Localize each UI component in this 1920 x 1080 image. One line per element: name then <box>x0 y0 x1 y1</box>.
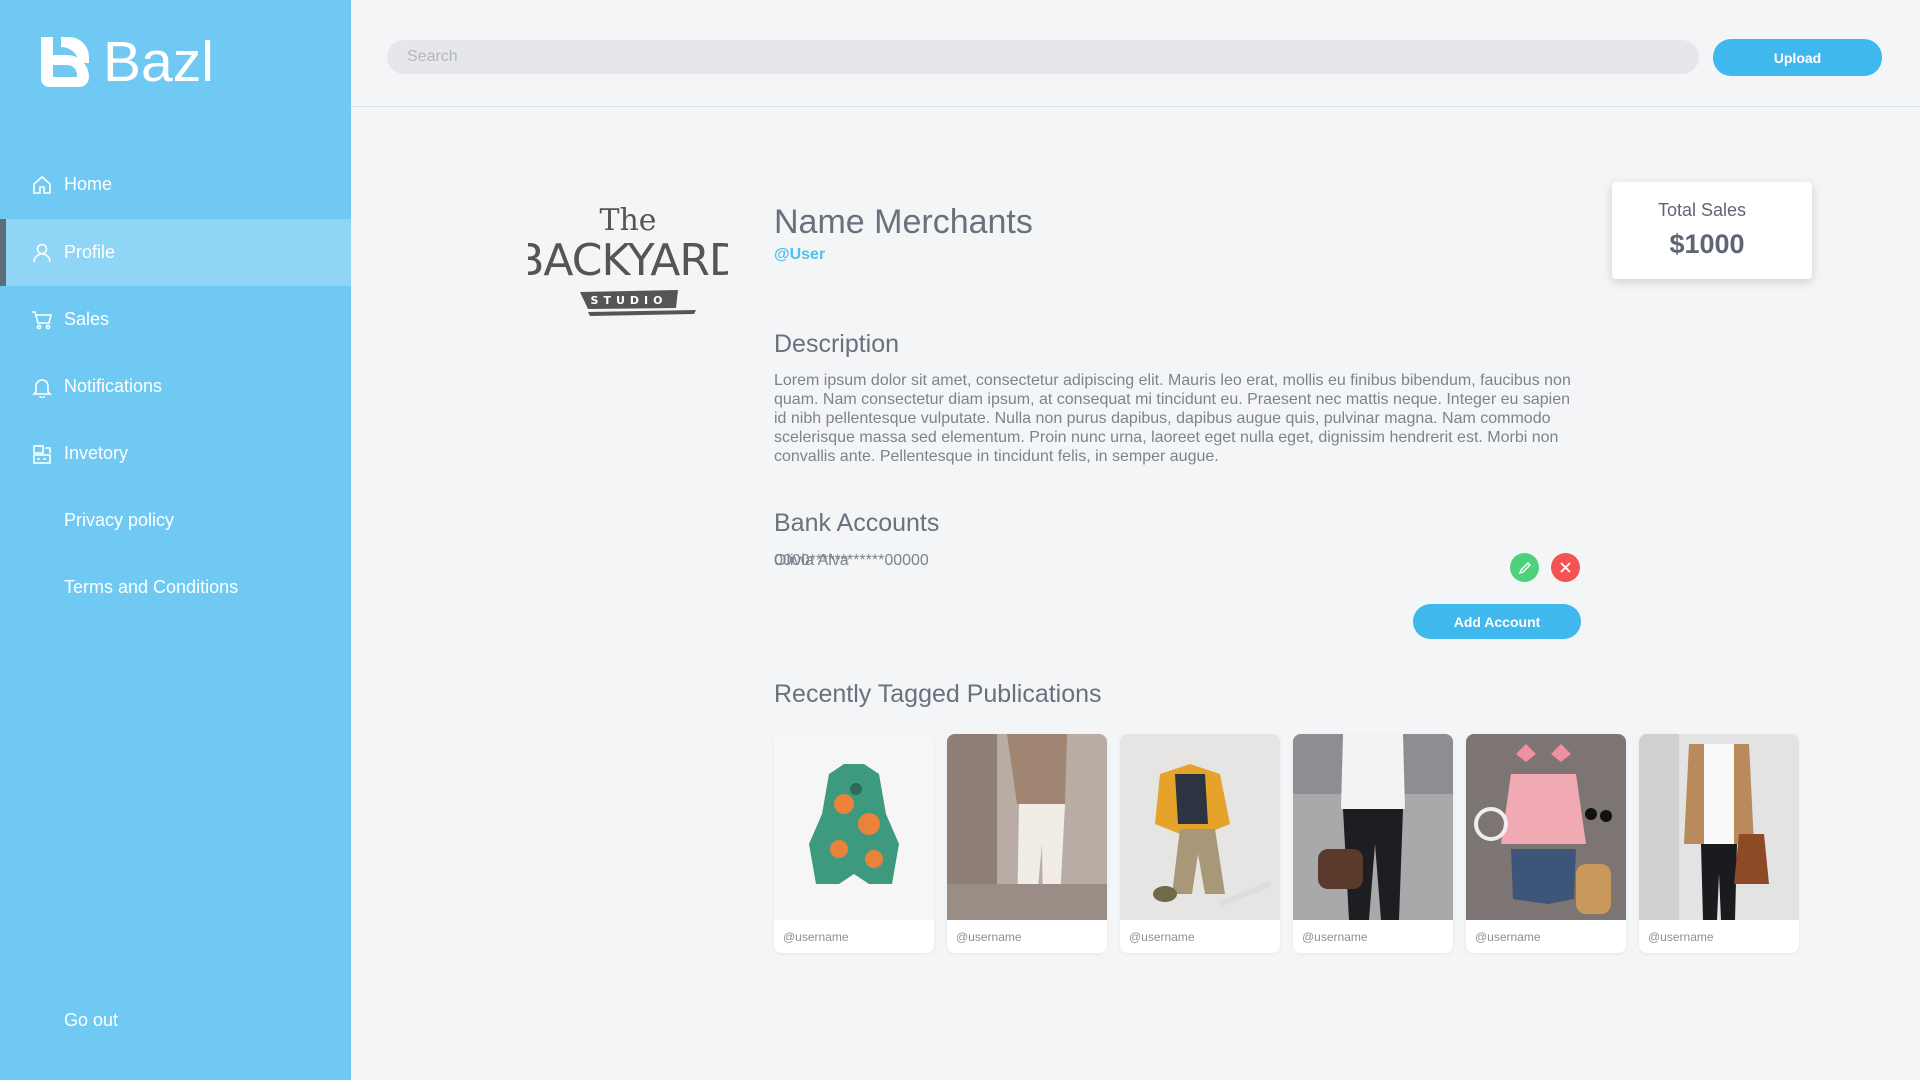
home-icon <box>31 174 53 196</box>
svg-text:BACKYARD: BACKYARD <box>528 235 728 286</box>
publication-card[interactable]: @username <box>1120 734 1280 953</box>
bank-accounts-title: Bank Accounts <box>774 509 940 537</box>
total-sales-card: Total Sales $1000 <box>1612 182 1812 279</box>
publication-username: @username <box>1648 930 1714 944</box>
publication-username: @username <box>783 930 849 944</box>
publication-image <box>1120 734 1280 920</box>
sidebar-item-privacy-policy[interactable]: Privacy policy <box>0 487 351 554</box>
sidebar-item-label: Profile <box>64 242 116 262</box>
svg-text:STUDIO: STUDIO <box>591 294 668 307</box>
sidebar-item-inventory[interactable]: Invetory <box>0 420 351 487</box>
bell-icon <box>31 376 53 398</box>
close-icon <box>1560 562 1571 573</box>
publication-username: @username <box>956 930 1022 944</box>
pencil-icon <box>1518 561 1531 574</box>
publication-username: @username <box>1302 930 1368 944</box>
publications-title: Recently Tagged Publications <box>774 680 1102 708</box>
sidebar-item-sales[interactable]: Sales <box>0 286 351 353</box>
app-logo[interactable]: Bazl <box>37 32 214 92</box>
sidebar-item-label: Privacy policy <box>64 510 175 530</box>
publication-image <box>1639 734 1799 920</box>
logout-link[interactable]: Go out <box>64 1010 118 1031</box>
sidebar-item-label: Invetory <box>64 443 129 463</box>
sidebar-item-home[interactable]: Home <box>0 151 351 218</box>
svg-text:The: The <box>599 203 656 238</box>
user-icon <box>31 242 53 264</box>
app-name: Bazl <box>103 30 214 94</box>
sidebar-item-label: Sales <box>64 309 110 329</box>
top-bar: Upload <box>351 0 1920 107</box>
publication-image <box>1293 734 1453 920</box>
total-sales-value: $1000 <box>1669 229 1745 259</box>
merchant-brand-logo: The BACKYARD STUDIO <box>528 203 728 316</box>
sidebar: Bazl Home Profile Sales Notifications In… <box>0 0 351 1080</box>
publication-card[interactable]: @username <box>1639 734 1799 953</box>
sidebar-item-label: Terms and Conditions <box>64 577 239 597</box>
sidebar-item-terms[interactable]: Terms and Conditions <box>0 554 351 621</box>
publication-card[interactable]: @username <box>774 734 934 953</box>
cart-icon <box>31 309 53 331</box>
publication-card[interactable]: @username <box>947 734 1107 953</box>
inventory-icon <box>31 443 53 465</box>
publication-card[interactable]: @username <box>1293 734 1453 953</box>
publication-image <box>1466 734 1626 920</box>
merchant-name: Name Merchants <box>774 203 1033 241</box>
publication-image <box>774 734 934 920</box>
upload-button[interactable]: Upload <box>1713 39 1882 76</box>
bank-account-number: 0000************00000 <box>774 552 929 569</box>
merchant-username[interactable]: @User <box>774 246 825 264</box>
publication-image <box>947 734 1107 920</box>
sidebar-item-label: Notifications <box>64 376 163 396</box>
edit-account-button[interactable] <box>1510 553 1539 582</box>
publication-username: @username <box>1129 930 1195 944</box>
publication-card[interactable]: @username <box>1466 734 1626 953</box>
delete-account-button[interactable] <box>1551 553 1580 582</box>
description-title: Description <box>774 330 900 358</box>
search-input[interactable] <box>387 40 1699 74</box>
sidebar-item-label: Home <box>64 174 113 194</box>
total-sales-label: Total Sales <box>1657 200 1747 220</box>
publication-username: @username <box>1475 930 1541 944</box>
sidebar-item-profile[interactable]: Profile <box>0 219 351 286</box>
sidebar-item-notifications[interactable]: Notifications <box>0 353 351 420</box>
add-account-button[interactable]: Add Account <box>1413 604 1581 639</box>
bazl-logo-icon <box>41 37 89 87</box>
publications-list: @username @username @username @username … <box>774 734 1799 953</box>
description-text: Lorem ipsum dolor sit amet, consectetur … <box>774 372 1571 465</box>
